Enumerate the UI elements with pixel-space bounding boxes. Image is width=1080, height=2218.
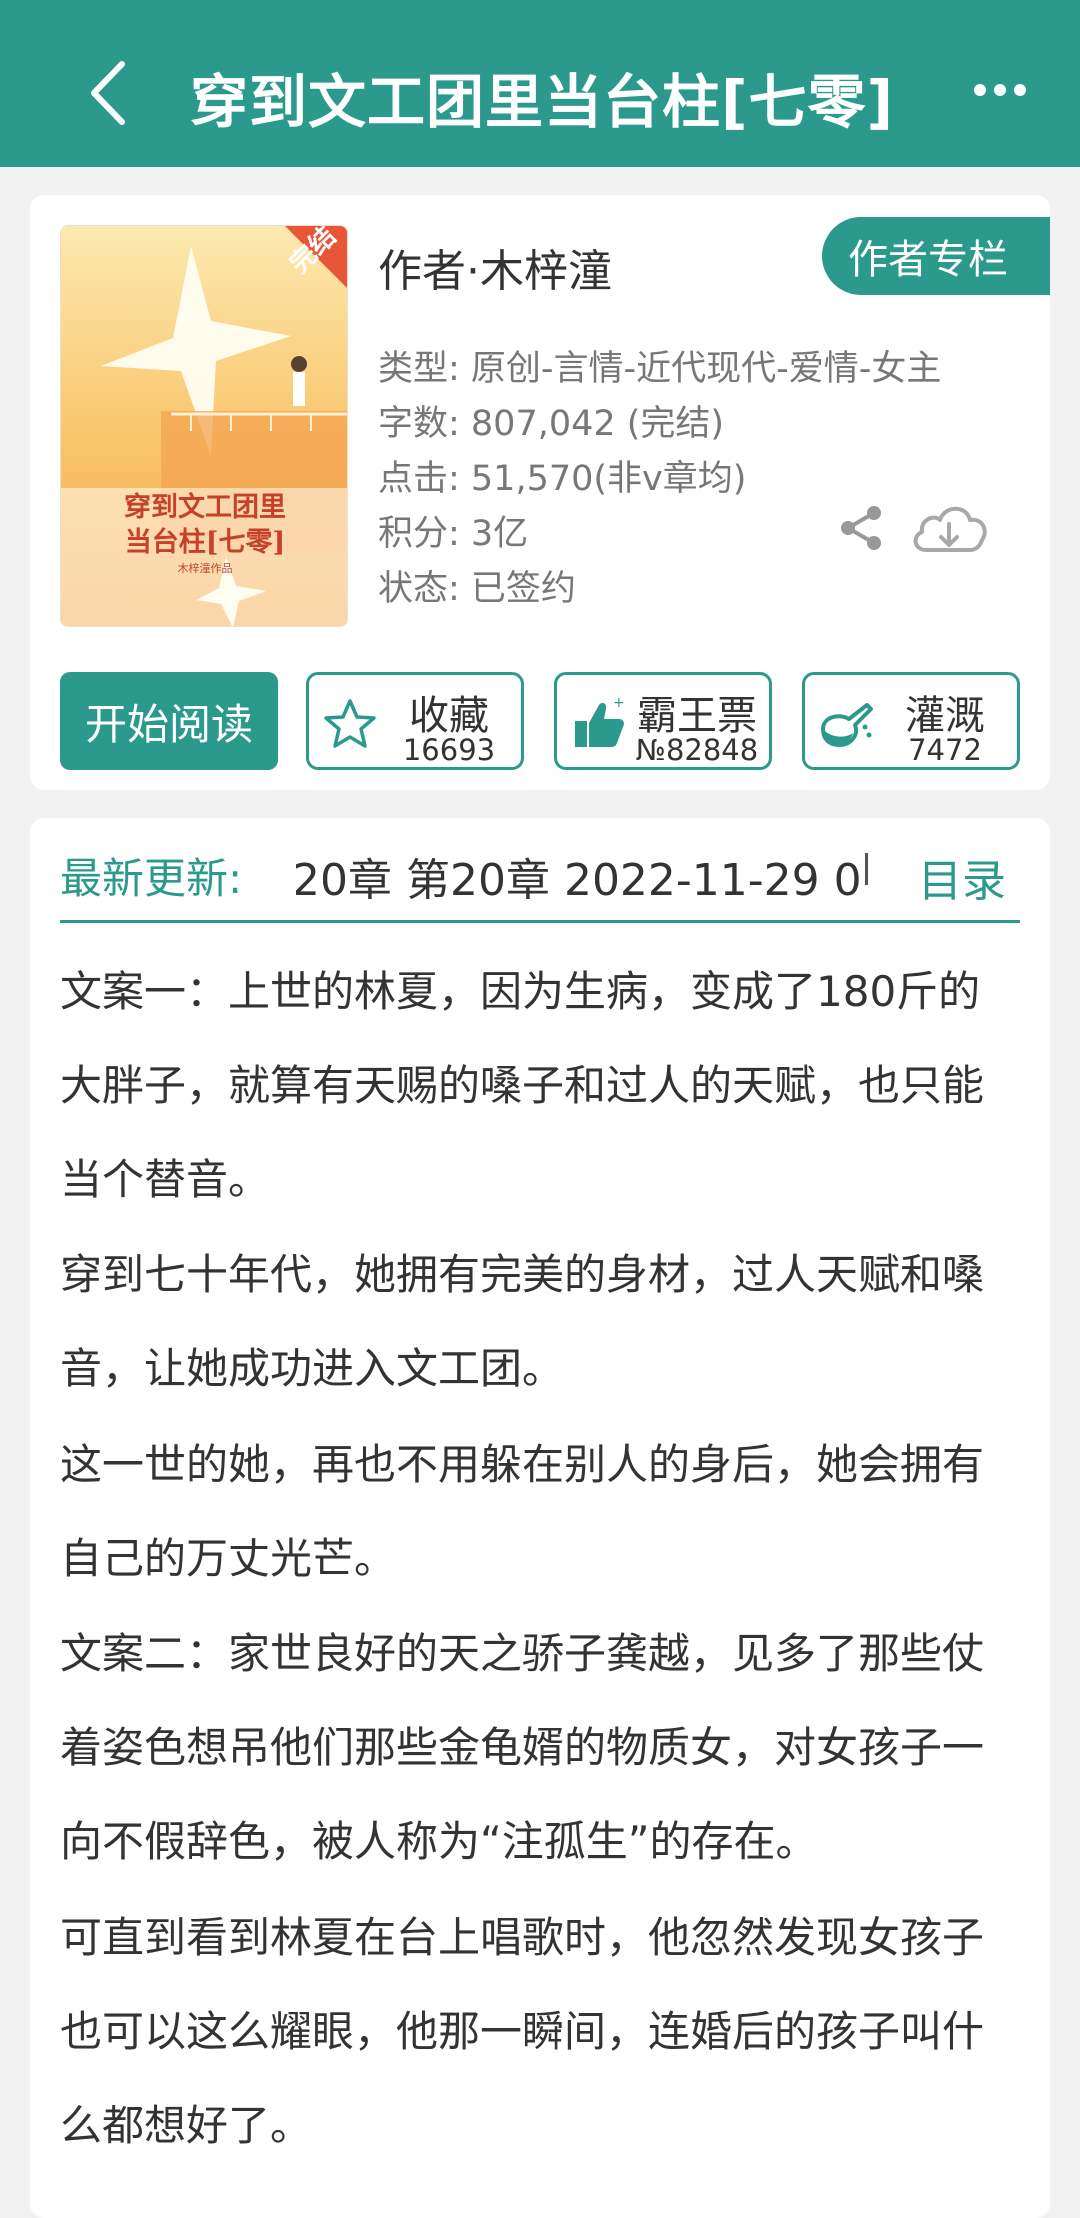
- synopsis-paragraph-4: 文案二：家世良好的天之骄子龚越，见多了那些仗着姿色想吊他们那些金龟婿的物质女，对…: [60, 1629, 985, 1866]
- latest-update-label: 最新更新:: [60, 854, 243, 903]
- start-reading-button[interactable]: 开始阅读: [60, 672, 278, 770]
- app-header: 穿到文工团里当台柱[七零]: [0, 0, 1080, 167]
- star-icon: [324, 699, 376, 748]
- synopsis-paragraph-3: 这一世的她，再也不用躲在别人的身后，她会拥有自己的万丈光芒。: [60, 1440, 985, 1583]
- page-title: 穿到文工团里当台柱[七零]: [190, 68, 895, 136]
- toc-divider: [865, 853, 868, 885]
- book-word-count: 字数: 807,042 (完结): [378, 404, 725, 444]
- water-button[interactable]: 灌溉 7472: [802, 672, 1020, 770]
- synopsis-paragraph-1: 文案一：上世的林夏，因为生病，变成了180斤的大胖子，就算有天赐的嗓子和过人的天…: [60, 967, 985, 1204]
- ticket-count: №82848: [635, 733, 759, 767]
- cover-title-line1: 穿到文工团里: [124, 491, 286, 523]
- watering-can-icon: [821, 703, 873, 747]
- favorite-button[interactable]: 收藏 16693: [306, 672, 524, 770]
- back-arrow-icon[interactable]: [86, 58, 130, 128]
- more-icon[interactable]: [972, 78, 1028, 102]
- ticket-button[interactable]: + 霸王票 №82848: [554, 672, 772, 770]
- thumbs-up-icon: +: [575, 695, 625, 747]
- cover-title-line2: 当台柱[七零]: [125, 526, 286, 558]
- share-icon[interactable]: [836, 503, 886, 553]
- book-status: 状态: 已签约: [378, 569, 576, 609]
- cover-author: 木梓潼作品: [178, 561, 233, 575]
- author-column-button[interactable]: 作者专栏: [822, 217, 1050, 295]
- latest-update-marquee[interactable]: 第20章 第20章 2022-11-29 0: [296, 838, 870, 908]
- book-clicks: 点击: 51,570(非v章均): [378, 459, 747, 499]
- synopsis-paragraph-5: 可直到看到林夏在台上唱歌时，他忽然发现女孩子也可以这么耀眼，他那一瞬间，连婚后的…: [60, 1913, 985, 2150]
- cloud-download-icon[interactable]: [908, 496, 990, 562]
- svg-text:+: +: [613, 695, 625, 711]
- synopsis-paragraph-2: 穿到七十年代，她拥有完美的身材，过人天赋和嗓音，让她成功进入文工团。: [60, 1250, 985, 1393]
- author-name[interactable]: 作者·木梓潼: [378, 235, 612, 299]
- latest-update-text: 第20章 第20章 2022-11-29 0: [296, 855, 862, 906]
- section-divider: [60, 920, 1020, 923]
- book-cover[interactable]: 完结 穿到文工团里 当台柱[七零] 木梓潼作品: [60, 225, 348, 627]
- table-of-contents-link[interactable]: 目录: [918, 845, 1006, 909]
- water-count: 7472: [908, 733, 982, 767]
- book-type: 类型: 原创-言情-近代现代-爱情-女主: [378, 349, 942, 389]
- book-points: 积分: 3亿: [378, 514, 529, 554]
- favorite-count: 16693: [402, 733, 496, 767]
- book-cover-art: 完结 穿到文工团里 当台柱[七零] 木梓潼作品: [61, 226, 347, 626]
